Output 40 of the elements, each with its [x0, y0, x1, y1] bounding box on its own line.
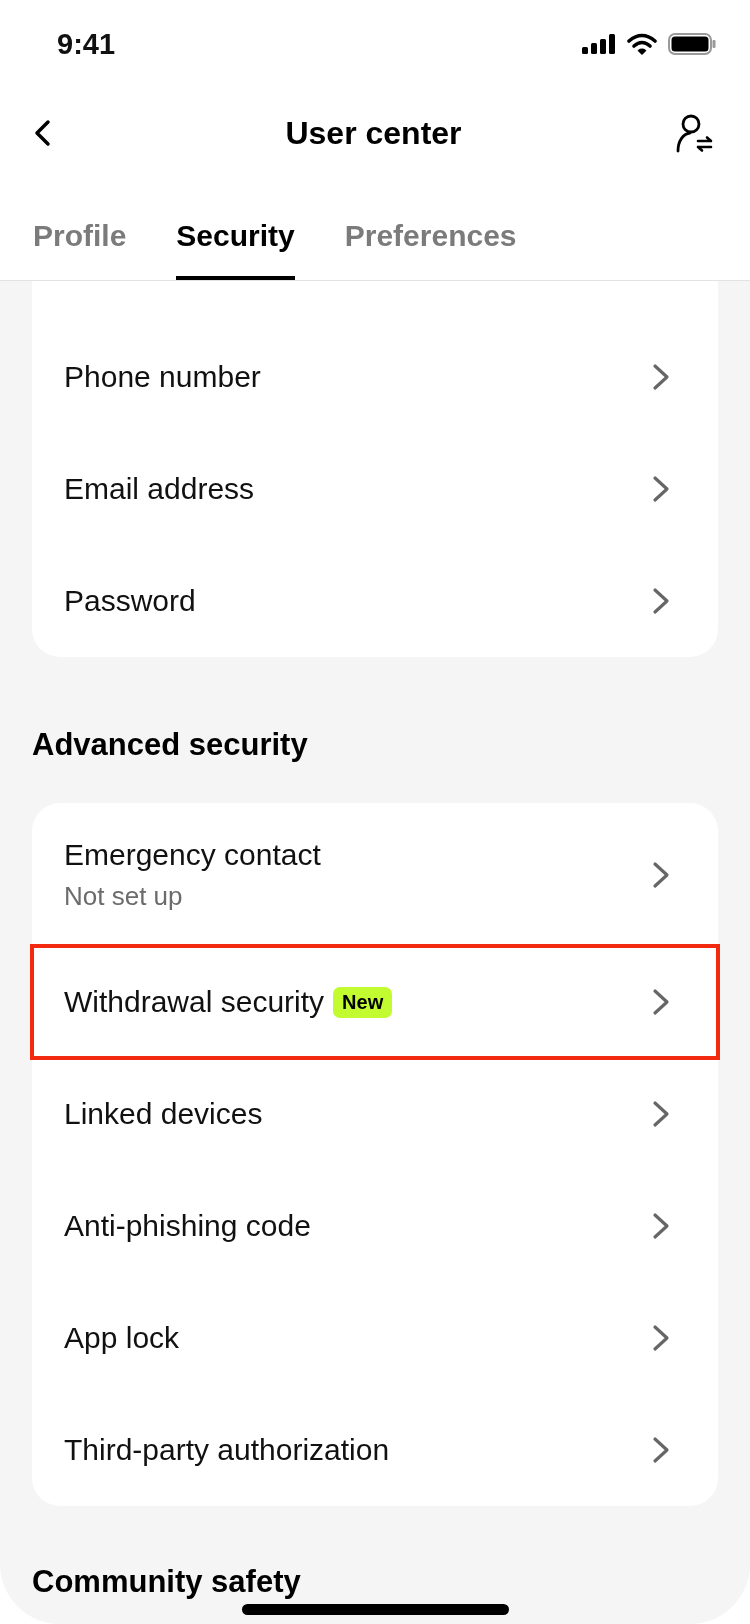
user-swap-icon[interactable] — [674, 113, 714, 153]
settings-row[interactable]: App lock — [32, 1282, 718, 1394]
row-label: Third-party authorization — [64, 1432, 390, 1468]
settings-row[interactable]: Linked devices — [32, 1058, 718, 1170]
chevron-right-icon — [652, 988, 670, 1016]
row-label: Emergency contact — [64, 837, 321, 873]
wifi-icon — [627, 33, 657, 55]
chevron-right-icon — [652, 475, 670, 503]
chevron-right-icon — [652, 860, 670, 889]
settings-row[interactable]: Withdrawal security New — [32, 946, 718, 1058]
tab[interactable]: Profile — [33, 178, 127, 280]
back-icon[interactable] — [33, 119, 51, 147]
section-title: Community safety — [32, 1566, 301, 1598]
row-label: App lock — [64, 1320, 180, 1356]
settings-row[interactable]: Password — [32, 545, 718, 657]
row-label: Phone number — [64, 359, 261, 395]
row-label: Linked devices — [64, 1096, 263, 1132]
row-label: Anti-phishing code — [64, 1208, 311, 1244]
section-title: Advanced security — [32, 727, 308, 763]
new-badge: New — [333, 986, 393, 1018]
row-subtitle: Not set up — [64, 880, 183, 912]
battery-icon — [668, 33, 716, 55]
chevron-right-icon — [652, 1212, 670, 1240]
settings-row[interactable]: Phone number — [32, 321, 718, 433]
settings-row[interactable]: Anti-phishing code — [32, 1170, 718, 1282]
tab[interactable]: Preferences — [344, 178, 517, 280]
chevron-right-icon — [652, 587, 670, 615]
row-label: Password — [64, 583, 196, 619]
settings-row[interactable]: Email address — [32, 433, 718, 545]
settings-row[interactable]: Third-party authorization — [32, 1394, 718, 1506]
row-label: Withdrawal security — [64, 984, 325, 1020]
settings-row[interactable]: Emergency contact Not set up — [32, 803, 718, 946]
row-label: Email address — [64, 471, 255, 507]
status-time: 9:41 — [57, 27, 116, 61]
chevron-right-icon — [652, 363, 670, 391]
page-title: User center — [285, 114, 462, 152]
chevron-right-icon — [652, 1436, 670, 1464]
chevron-right-icon — [652, 1100, 670, 1128]
signal-icon — [582, 34, 616, 54]
chevron-right-icon — [652, 1324, 670, 1352]
